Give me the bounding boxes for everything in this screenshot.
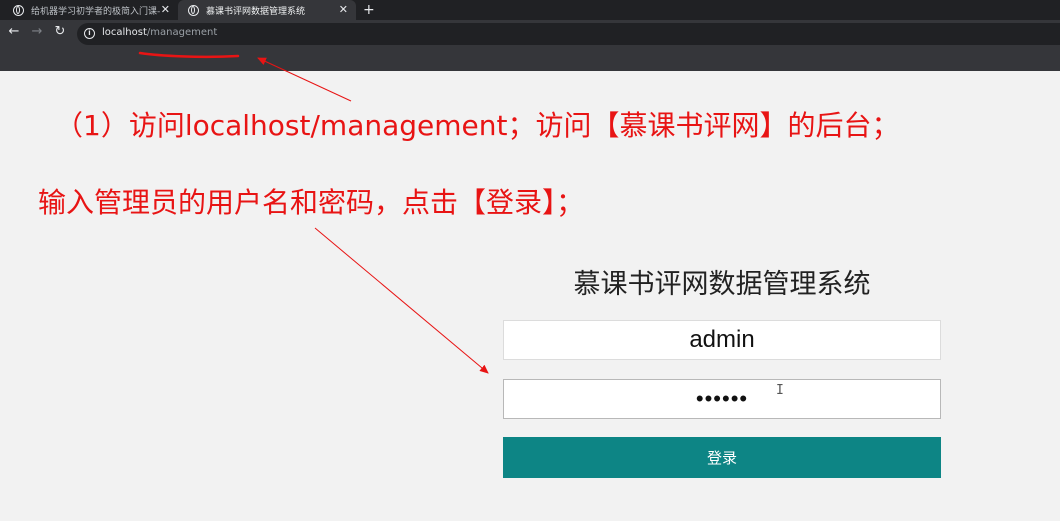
annotation-step1: （1）访问localhost/management；访问【慕课书评网】的后台；: [55, 109, 900, 142]
username-input[interactable]: [503, 320, 941, 360]
login-button[interactable]: 登录: [503, 437, 941, 478]
password-input[interactable]: [503, 379, 941, 419]
underline-stroke: [138, 51, 240, 59]
arrow-to-form: [314, 227, 489, 374]
page-title: 慕课书评网数据管理系统: [573, 269, 871, 300]
annotation-step2: 输入管理员的用户名和密码，点击【登录】；: [38, 186, 585, 219]
arrow-to-url: [257, 57, 352, 102]
text-cursor-icon: I: [776, 383, 784, 398]
